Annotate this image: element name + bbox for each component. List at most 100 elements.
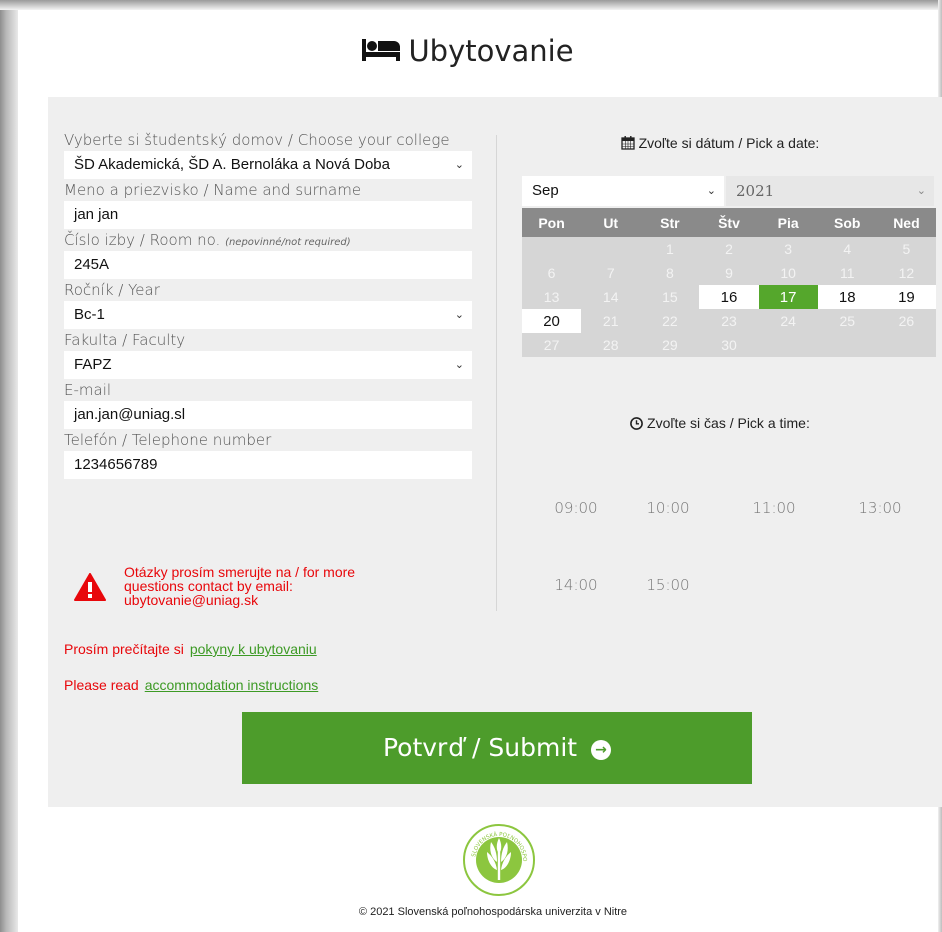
calendar-week-row: 20 21 22 23 24 25 26 [522,309,936,333]
time-title: Zvoľte si čas / Pick a time: [518,415,922,431]
calendar-day: 5 [876,237,936,261]
calendar-week-row: 13 14 15 16 17 18 19 [522,285,936,309]
calendar-day[interactable]: 16 [699,285,759,309]
calendar-days: 1 2 3 4 5 6 7 8 9 10 11 12 13 14 15 16 17 18 19 20 21 22 23 24 2… [522,237,936,357]
page: Ubytovanie Vyberte si študentský domov /… [18,10,942,932]
weekday-header: Sob [817,208,877,237]
time-title-text: Zvoľte si čas / Pick a time: [647,415,810,431]
room-input-value: 245A [74,256,110,273]
calendar-week-row: 6 7 8 9 10 11 12 [522,261,936,285]
time-slot[interactable]: 14:00 [530,565,622,605]
room-label-text: Číslo izby / Room no. [64,231,221,249]
weekday-header: Ned [876,208,936,237]
instructions-sk-link[interactable]: pokyny k ubytovaniu [190,641,317,657]
booking-form: Vyberte si študentský domov / Choose you… [64,129,472,488]
calendar-week-row: 12345 [522,237,936,261]
calendar-day: 25 [817,309,877,333]
faculty-label: Fakulta / Faculty [64,331,186,349]
calendar-empty-cell [522,237,582,261]
room-input[interactable]: 245A [64,251,472,279]
calendar-empty-cell [876,333,936,357]
year-picker-value: 2021 [736,182,775,200]
calendar-day[interactable]: 20 [522,309,582,333]
calendar-day: 27 [522,333,582,357]
calendar-day: 24 [758,309,818,333]
calendar-day: 13 [522,285,582,309]
chevron-down-icon: ⌄ [916,184,926,197]
calendar-empty-cell [758,333,818,357]
college-select[interactable]: ŠD Akademická, ŠD A. Bernoláka a Nová Do… [64,151,472,179]
month-select[interactable]: Sep ⌄ [522,176,724,206]
chevron-down-icon: ⌄ [454,309,464,321]
college-select-value: ŠD Akademická, ŠD A. Bernoláka a Nová Do… [74,156,390,173]
calendar-day: 15 [640,285,700,309]
weekday-header: Ut [581,208,641,237]
warning-triangle-icon [74,573,106,606]
window-frame-top [0,0,942,10]
arrow-circle-right-icon: → [591,740,612,760]
time-slot[interactable]: 09:00 [530,488,622,528]
faculty-select[interactable]: FAPZ ⌄ [64,351,472,379]
window-frame-left [0,0,18,932]
weekday-header: Pia [758,208,818,237]
instructions-en-text: Please read [64,677,139,693]
page-title-text: Ubytovanie [408,34,574,68]
chevron-down-icon: ⌄ [454,359,464,371]
calendar-day[interactable]: 17 [758,285,818,309]
calendar-day: 22 [640,309,700,333]
college-label: Vyberte si študentský domov / Choose you… [64,131,450,149]
time-slot[interactable]: 15:00 [622,565,714,605]
calendar-day: 23 [699,309,759,333]
calendar-day: 9 [699,261,759,285]
email-label: E-mail [64,381,112,399]
calendar-day: 10 [758,261,818,285]
weekday-header: Pon [522,208,582,237]
phone-input[interactable]: 1234656789 [64,451,472,479]
faculty-select-value: FAPZ [74,356,112,373]
date-title-text: Zvoľte si dátum / Pick a date: [638,135,820,151]
calendar-day: 30 [699,333,759,357]
calendar-day: 7 [581,261,641,285]
calendar-empty-cell [581,237,641,261]
calendar-day: 11 [817,261,877,285]
instructions-sk: Prosím prečítajte si pokyny k ubytovaniu [64,641,317,657]
calendar-grid: Pon Ut Str Štv Pia Sob Ned 1 2 3 4 5 6 7 8 9 10 11… [522,208,936,357]
year-select-value: Bc-1 [74,306,105,323]
calendar-day: 3 [758,237,818,261]
room-note: (nepovinné/not required) [225,237,351,248]
bed-icon [362,36,401,70]
calendar-empty-cell [817,333,877,357]
calendar-day: 6 [522,261,582,285]
calendar-day[interactable]: 19 [876,285,936,309]
name-input[interactable]: jan jan [64,201,472,229]
calendar-weekday-row: Pon Ut Str Štv Pia Sob Ned [522,208,936,237]
email-input[interactable]: jan.jan@uniag.sl [64,401,472,429]
calendar-day: 8 [640,261,700,285]
month-select-value: Sep [532,182,559,199]
page-title: Ubytovanie [18,34,918,70]
instructions-en: Please read accommodation instructions [64,677,318,693]
calendar-day: 14 [581,285,641,309]
calendar-day: 2 [699,237,759,261]
calendar-day[interactable]: 18 [817,285,877,309]
contact-alert-text: Otázky prosím smerujte na / for more que… [124,564,356,608]
year-select[interactable]: Bc-1 ⌄ [64,301,472,329]
column-divider [496,135,497,611]
time-slot[interactable]: 10:00 [622,488,714,528]
submit-button[interactable]: Potvrď / Submit → [242,712,752,784]
time-slot[interactable]: 13:00 [834,488,926,528]
weekday-header: Str [640,208,700,237]
calendar-day: 12 [876,261,936,285]
time-slot[interactable]: 11:00 [728,488,820,528]
name-input-value: jan jan [74,206,119,223]
clock-icon [630,415,647,431]
instructions-en-link[interactable]: accommodation instructions [145,677,319,693]
footer-copyright: © 2021 Slovenská poľnohospodárska univer… [358,906,628,918]
phone-label: Telefón / Telephone number [64,431,272,449]
calendar-day: 28 [581,333,641,357]
calendar-day: 26 [876,309,936,333]
email-input-value: jan.jan@uniag.sl [74,406,186,423]
phone-input-value: 1234656789 [74,456,158,473]
year-picker-select[interactable]: 2021 ⌄ [726,176,934,206]
submit-button-label: Potvrď / Submit [382,733,578,762]
